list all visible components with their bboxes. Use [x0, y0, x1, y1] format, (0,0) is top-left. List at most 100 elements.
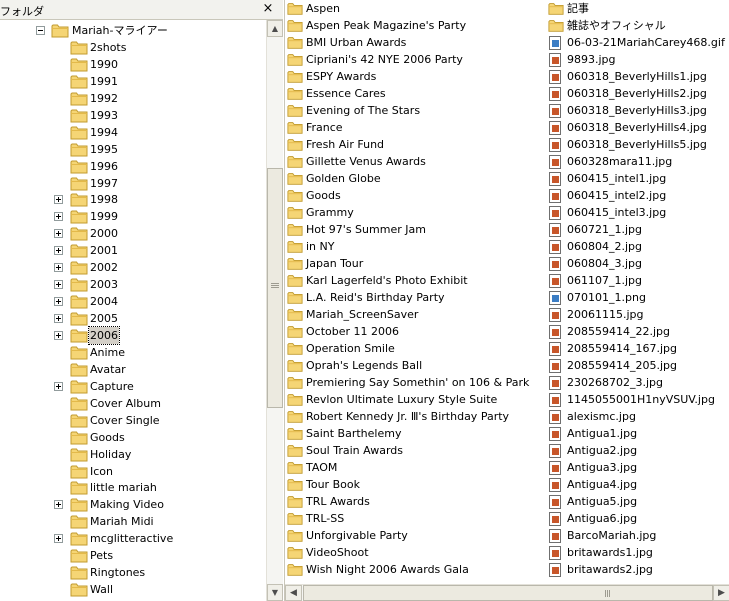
folder-item[interactable]: Cipriani's 42 NYE 2006 Party	[287, 51, 537, 68]
file-list-horizontal-scrollbar[interactable]: ◀ ▶	[285, 584, 729, 601]
tree-node[interactable]: 2001	[0, 242, 266, 259]
folder-item[interactable]: France	[287, 119, 537, 136]
folder-item[interactable]: Aspen	[287, 0, 537, 17]
file-item[interactable]: 060318_BeverlyHills5.jpg	[548, 136, 729, 153]
file-item[interactable]: alexismc.jpg	[548, 408, 729, 425]
folder-tree-scrollbar[interactable]: ▲ ▼	[266, 20, 283, 601]
tree-node[interactable]: Avatar	[0, 361, 266, 378]
file-item[interactable]: 208559414_167.jpg	[548, 340, 729, 357]
file-item[interactable]: Antigua1.jpg	[548, 425, 729, 442]
folder-item[interactable]: Karl Lagerfeld's Photo Exhibit	[287, 272, 537, 289]
scroll-up-icon[interactable]: ▲	[267, 20, 283, 37]
folder-item[interactable]: Operation Smile	[287, 340, 537, 357]
folder-item[interactable]: TRL-SS	[287, 510, 537, 527]
file-item[interactable]: 1145055001H1nyVSUV.jpg	[548, 391, 729, 408]
tree-node[interactable]: 1991	[0, 73, 266, 90]
tree-node[interactable]: 2shots	[0, 39, 266, 56]
expand-plus-icon[interactable]	[54, 195, 63, 205]
tree-node[interactable]: 2003	[0, 276, 266, 293]
tree-node[interactable]: 1999	[0, 208, 266, 225]
folder-item[interactable]: Aspen Peak Magazine's Party	[287, 17, 537, 34]
folder-item[interactable]: Hot 97's Summer Jam	[287, 221, 537, 238]
expand-plus-icon[interactable]	[54, 246, 63, 256]
collapse-minus-icon[interactable]	[36, 26, 45, 35]
file-item[interactable]: 060804_3.jpg	[548, 255, 729, 272]
file-item[interactable]: 9893.jpg	[548, 51, 729, 68]
scroll-thumb[interactable]	[303, 585, 713, 601]
folder-item[interactable]: Premiering Say Somethin' on 106 & Park	[287, 374, 537, 391]
folder-item[interactable]: Robert Kennedy Jr. Ⅲ's Birthday Party	[287, 408, 537, 425]
folder-item[interactable]: Goods	[287, 187, 537, 204]
folder-item[interactable]: BMI Urban Awards	[287, 34, 537, 51]
file-item[interactable]: BarcoMariah.jpg	[548, 527, 729, 544]
file-item[interactable]: 208559414_22.jpg	[548, 323, 729, 340]
file-item[interactable]: Antigua3.jpg	[548, 459, 729, 476]
file-item[interactable]: 060318_BeverlyHills2.jpg	[548, 85, 729, 102]
expand-plus-icon[interactable]	[54, 500, 63, 510]
folder-item[interactable]: Essence Cares	[287, 85, 537, 102]
tree-node[interactable]: Ringtones	[0, 564, 266, 581]
file-item[interactable]: 20061115.jpg	[548, 306, 729, 323]
tree-node[interactable]: Goods	[0, 429, 266, 446]
file-item[interactable]: Antigua6.jpg	[548, 510, 729, 527]
folder-item[interactable]: L.A. Reid's Birthday Party	[287, 289, 537, 306]
file-item[interactable]: 060318_BeverlyHills3.jpg	[548, 102, 729, 119]
tree-node[interactable]: 1995	[0, 141, 266, 158]
tree-node[interactable]: 1996	[0, 158, 266, 175]
folder-item[interactable]: Tour Book	[287, 476, 537, 493]
tree-node-root[interactable]: Mariah-マライアー	[0, 22, 266, 39]
folder-item[interactable]: Oprah's Legends Ball	[287, 357, 537, 374]
folder-item[interactable]: Revlon Ultimate Luxury Style Suite	[287, 391, 537, 408]
folder-item[interactable]: October 11 2006	[287, 323, 537, 340]
folder-item[interactable]: Golden Globe	[287, 170, 537, 187]
file-item[interactable]: 060328mara11.jpg	[548, 153, 729, 170]
tree-node[interactable]: 1994	[0, 124, 266, 141]
folder-item[interactable]: Soul Train Awards	[287, 442, 537, 459]
scroll-down-icon[interactable]: ▼	[267, 584, 283, 601]
folder-item[interactable]: ESPY Awards	[287, 68, 537, 85]
expand-plus-icon[interactable]	[54, 381, 63, 391]
file-item[interactable]: 060721_1.jpg	[548, 221, 729, 238]
tree-node[interactable]: little mariah	[0, 479, 266, 496]
tree-node[interactable]: Mariah Midi	[0, 513, 266, 530]
expand-plus-icon[interactable]	[54, 297, 63, 307]
expand-plus-icon[interactable]	[54, 534, 63, 544]
folder-item[interactable]: Evening of The Stars	[287, 102, 537, 119]
expand-plus-icon[interactable]	[54, 330, 63, 340]
file-item[interactable]: 060804_2.jpg	[548, 238, 729, 255]
file-item[interactable]: 060415_intel3.jpg	[548, 204, 729, 221]
file-item[interactable]: Antigua4.jpg	[548, 476, 729, 493]
tree-node[interactable]: 2005	[0, 310, 266, 327]
tree-node[interactable]: 1998	[0, 191, 266, 208]
close-icon[interactable]: ×	[261, 0, 275, 18]
file-item[interactable]: Antigua5.jpg	[548, 493, 729, 510]
tree-node[interactable]: Making Video	[0, 496, 266, 513]
file-item[interactable]: 060318_BeverlyHills4.jpg	[548, 119, 729, 136]
expand-plus-icon[interactable]	[54, 314, 63, 324]
folder-item[interactable]: Grammy	[287, 204, 537, 221]
file-item[interactable]: 230268702_3.jpg	[548, 374, 729, 391]
expand-plus-icon[interactable]	[54, 212, 63, 222]
expand-plus-icon[interactable]	[54, 263, 63, 273]
tree-node[interactable]: 1990	[0, 56, 266, 73]
folder-item[interactable]: Japan Tour	[287, 255, 537, 272]
file-item[interactable]: 070101_1.png	[548, 289, 729, 306]
folder-item[interactable]: 雑誌やオフィシャル	[548, 17, 729, 34]
scroll-right-icon[interactable]: ▶	[713, 585, 729, 601]
folder-item[interactable]: in NY	[287, 238, 537, 255]
folder-item[interactable]: Saint Barthelemy	[287, 425, 537, 442]
folder-item[interactable]: TAOM	[287, 459, 537, 476]
tree-node[interactable]: Wall	[0, 581, 266, 598]
file-item[interactable]: 060318_BeverlyHills1.jpg	[548, 68, 729, 85]
folder-item[interactable]: Fresh Air Fund	[287, 136, 537, 153]
file-item[interactable]: 208559414_205.jpg	[548, 357, 729, 374]
tree-node[interactable]: 1992	[0, 90, 266, 107]
folder-item[interactable]: TRL Awards	[287, 493, 537, 510]
scroll-thumb[interactable]	[267, 168, 283, 408]
file-item[interactable]: 060415_intel1.jpg	[548, 170, 729, 187]
tree-node[interactable]: Cover Album	[0, 395, 266, 412]
file-item[interactable]: 060415_intel2.jpg	[548, 187, 729, 204]
file-item[interactable]: britawards2.jpg	[548, 561, 729, 578]
folder-item[interactable]: Mariah_ScreenSaver	[287, 306, 537, 323]
folder-item[interactable]: 記事	[548, 0, 729, 17]
